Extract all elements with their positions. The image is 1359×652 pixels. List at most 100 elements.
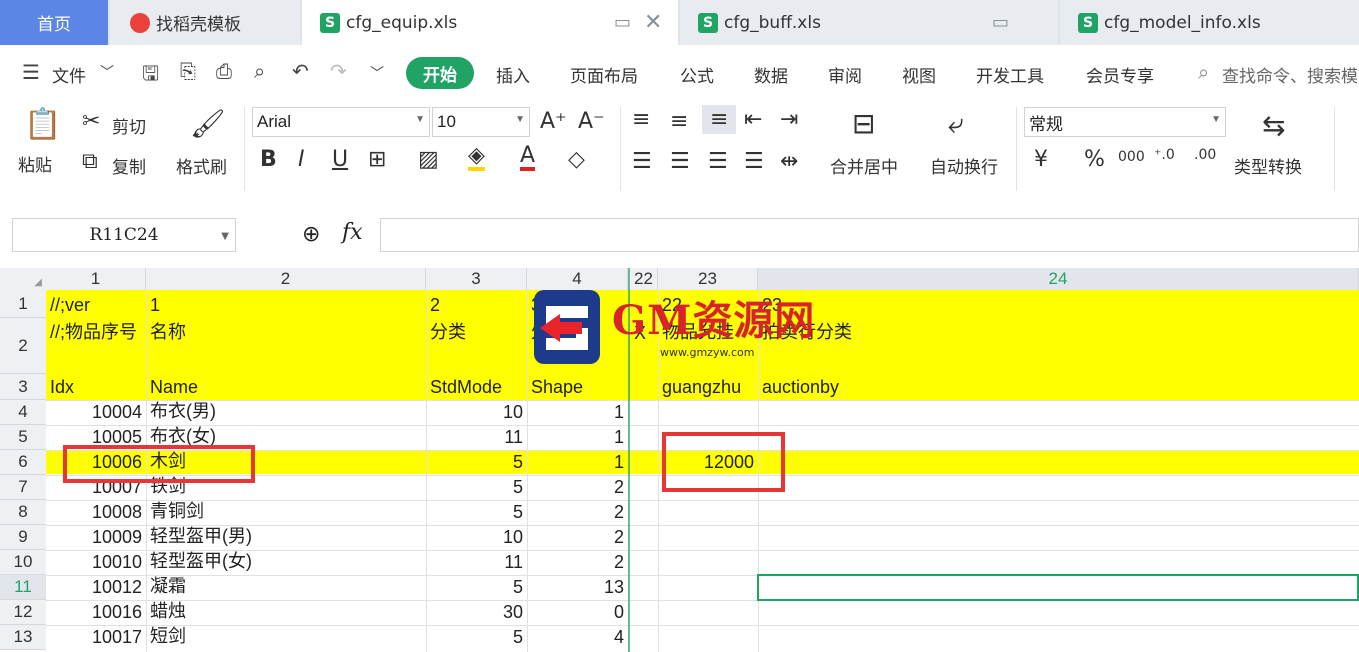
zoom-icon[interactable]: ⊕ <box>302 222 320 247</box>
row-header-2[interactable]: 2 <box>0 318 46 374</box>
menu-review[interactable]: 审阅 <box>828 62 862 87</box>
print-preview-icon[interactable]: ⌕ <box>254 59 265 83</box>
wrap-text-button[interactable]: 自动换行 <box>930 153 998 178</box>
redo-icon[interactable]: ↷ <box>330 59 347 83</box>
merge-center-button[interactable]: 合并居中 <box>830 153 898 178</box>
col-header-2[interactable]: 2 <box>146 268 426 290</box>
align-top-icon[interactable]: ≡ <box>632 107 650 132</box>
row-header-1[interactable]: 1 <box>0 290 46 318</box>
cell[interactable]: 4 <box>527 625 628 650</box>
underline-icon[interactable]: U <box>332 147 348 172</box>
tab-home[interactable]: 首页 <box>0 0 108 45</box>
align-right-icon[interactable]: ☰ <box>708 149 728 174</box>
format-painter-button[interactable]: 格式刷 <box>176 153 227 178</box>
fx-icon[interactable]: fx <box>342 220 363 245</box>
font-family-select[interactable]: Arial ▼ <box>252 107 430 137</box>
row-header-8[interactable]: 8 <box>0 500 46 525</box>
cell[interactable]: 名称 <box>146 290 426 346</box>
menu-start[interactable]: 开始 <box>406 57 474 89</box>
align-left-icon[interactable]: ☰ <box>632 149 652 174</box>
cell[interactable]: 2 <box>527 475 628 500</box>
cell[interactable]: 10012 <box>46 575 146 600</box>
menu-insert[interactable]: 插入 <box>496 62 530 87</box>
cell[interactable]: 2 <box>527 500 628 525</box>
format-painter-icon[interactable]: 🖌 <box>190 107 226 140</box>
copy-icon[interactable]: ⧉ <box>82 149 98 174</box>
currency-icon[interactable]: ¥ <box>1034 147 1048 172</box>
increase-decimal-icon[interactable]: ⁺.0 <box>1154 147 1175 163</box>
thousands-separator-icon[interactable]: 000 <box>1118 149 1145 165</box>
cell[interactable]: 1 <box>527 450 628 475</box>
formula-input[interactable] <box>380 218 1359 252</box>
cell[interactable]: 10 <box>426 525 527 550</box>
cell[interactable]: 分类 <box>426 290 527 346</box>
paste-button[interactable]: 粘贴 <box>18 151 52 176</box>
tab-cfg-buff[interactable]: S cfg_buff.xls ▭ <box>680 0 1058 45</box>
cell[interactable]: 10017 <box>46 625 146 650</box>
menu-developer[interactable]: 开发工具 <box>976 62 1044 87</box>
cell[interactable]: 30 <box>426 600 527 625</box>
cell[interactable]: 1 <box>527 425 628 450</box>
menu-member[interactable]: 会员专享 <box>1086 62 1154 87</box>
bold-icon[interactable]: B <box>260 147 277 172</box>
cell[interactable]: 1 <box>527 400 628 425</box>
hamburger-icon[interactable]: ☰ <box>22 60 40 84</box>
search-icon[interactable]: ⌕ <box>1198 60 1209 84</box>
cell[interactable]: 青铜剑 <box>146 500 426 525</box>
font-decrease-icon[interactable]: A⁻ <box>578 109 605 134</box>
col-header-1[interactable]: 1 <box>46 268 146 290</box>
tab-cfg-equip[interactable]: S cfg_equip.xls ▭ ✕ <box>302 0 678 45</box>
justify-icon[interactable]: ☰ <box>744 149 764 174</box>
menu-view[interactable]: 视图 <box>902 62 936 87</box>
export-icon[interactable]: ⎘ <box>180 59 196 83</box>
row-header-6[interactable]: 6 <box>0 450 46 475</box>
type-convert-icon[interactable]: ⇆ <box>1262 109 1285 142</box>
cell[interactable]: 蜡烛 <box>146 600 426 625</box>
col-header-3[interactable]: 3 <box>426 268 527 290</box>
percent-icon[interactable]: % <box>1084 147 1105 172</box>
menu-page-layout[interactable]: 页面布局 <box>570 62 638 87</box>
cell[interactable]: 2 <box>527 525 628 550</box>
decrease-decimal-icon[interactable]: .00 <box>1194 147 1216 163</box>
merge-icon[interactable]: ⊟ <box>852 107 875 140</box>
italic-icon[interactable]: I <box>298 147 305 172</box>
cell[interactable]: 10 <box>426 400 527 425</box>
row-header-10[interactable]: 10 <box>0 550 46 575</box>
row-header-12[interactable]: 12 <box>0 600 46 625</box>
cut-button[interactable]: 剪切 <box>112 113 146 138</box>
type-convert-button[interactable]: 类型转换 <box>1234 153 1302 178</box>
paste-icon[interactable]: 📋 <box>24 107 61 142</box>
cell[interactable]: 布衣(男) <box>146 400 426 425</box>
col-header-23[interactable]: 23 <box>658 268 758 290</box>
row-header-7[interactable]: 7 <box>0 475 46 500</box>
cell[interactable]: auctionby <box>758 374 958 400</box>
border-icon[interactable]: ⊞ <box>368 147 386 172</box>
distribute-icon[interactable]: ⇹ <box>780 149 798 174</box>
monitor-icon[interactable]: ▭ <box>992 12 1009 33</box>
print-icon[interactable]: ⎙ <box>216 59 232 83</box>
cell[interactable]: 轻型盔甲(男) <box>146 525 426 550</box>
cell[interactable]: 0 <box>527 600 628 625</box>
fill-color-icon[interactable]: ◈ <box>468 145 485 171</box>
number-format-select[interactable]: 常规 ▼ <box>1024 107 1226 137</box>
name-box[interactable]: R11C24 ▼ <box>12 218 236 252</box>
cell[interactable]: //;物品序号 <box>46 290 146 346</box>
row-header-4[interactable]: 4 <box>0 400 46 425</box>
cell[interactable]: 2 <box>527 550 628 575</box>
cell[interactable]: 凝霜 <box>146 575 426 600</box>
cell[interactable]: 5 <box>426 475 527 500</box>
cell[interactable]: Name <box>146 374 426 400</box>
font-color-icon[interactable]: A <box>520 145 536 171</box>
undo-icon[interactable]: ↶ <box>292 59 309 83</box>
cell[interactable]: 5 <box>426 500 527 525</box>
selected-cell[interactable] <box>757 574 1359 601</box>
row-header-13[interactable]: 13 <box>0 625 46 650</box>
menu-data[interactable]: 数据 <box>754 62 788 87</box>
cell[interactable]: 10016 <box>46 600 146 625</box>
save-icon[interactable]: 🖫 <box>142 59 159 93</box>
close-icon[interactable]: ✕ <box>644 10 662 35</box>
cell[interactable]: 轻型盔甲(女) <box>146 550 426 575</box>
cell[interactable]: 13 <box>527 575 628 600</box>
cut-icon[interactable]: ✂ <box>82 109 100 134</box>
col-header-22[interactable]: 22 <box>630 268 658 290</box>
